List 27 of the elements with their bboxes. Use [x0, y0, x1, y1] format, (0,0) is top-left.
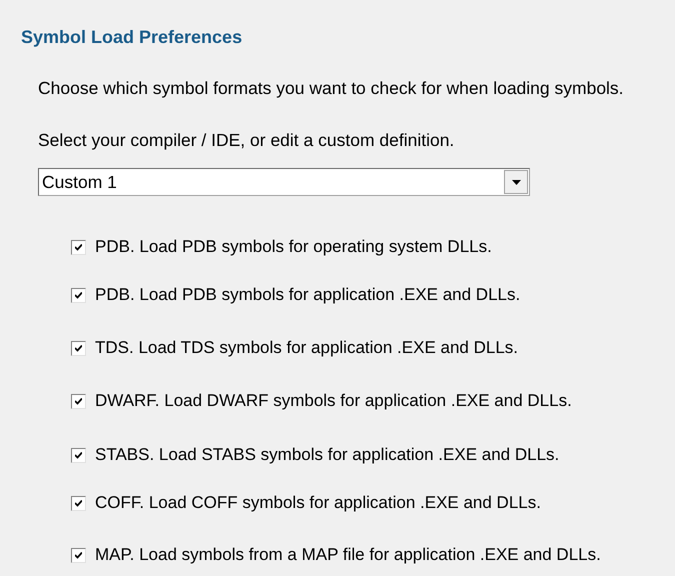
- checkbox-label: PDB. Load PDB symbols for application .EXE and DLLs.: [95, 284, 520, 306]
- checkbox[interactable]: [71, 288, 86, 302]
- checkbox-label: DWARF. Load DWARF symbols for application .EXE and DLLs.: [95, 390, 572, 412]
- checkbox[interactable]: [71, 496, 86, 510]
- check-icon: [75, 292, 82, 298]
- caret-icon: [512, 180, 520, 184]
- checkbox-label: PDB. Load PDB symbols for operating system DLLs.: [95, 236, 492, 258]
- checkbox[interactable]: [71, 240, 86, 254]
- check-icon: [75, 500, 82, 506]
- check-icon: [75, 344, 82, 352]
- checkbox[interactable]: [71, 340, 86, 356]
- section-title: Symbol Load Preferences: [21, 26, 242, 48]
- prompt-text: Select your compiler / IDE, or edit a custom definition.: [38, 129, 456, 151]
- intro-text: Choose which symbol formats you want to check for when loading symbols.: [38, 77, 625, 99]
- checkbox[interactable]: [71, 548, 86, 562]
- check-icon: [75, 552, 82, 558]
- compiler-dropdown[interactable]: Custom 1: [38, 168, 530, 196]
- checkbox-label: COFF. Load COFF symbols for application .EXE and DLLs.: [95, 492, 541, 514]
- check-icon: [75, 398, 82, 404]
- checkbox-label: TDS. Load TDS symbols for application .EXE and DLLs.: [95, 337, 518, 359]
- dropdown-button[interactable]: [504, 170, 528, 194]
- check-icon: [75, 452, 82, 458]
- checkbox[interactable]: [71, 448, 86, 462]
- checkbox-label: STABS. Load STABS symbols for application .EXE and DLLs.: [95, 444, 560, 466]
- checkbox-label: MAP. Load symbols from a MAP file for application .EXE and DLLs.: [95, 544, 601, 566]
- checkbox[interactable]: [71, 394, 86, 408]
- check-icon: [75, 244, 82, 250]
